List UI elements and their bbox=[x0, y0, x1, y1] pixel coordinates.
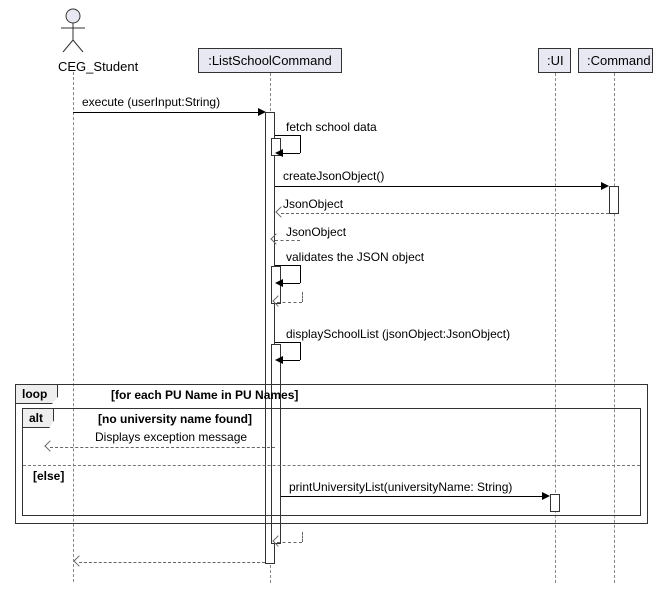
arrow-createjson bbox=[275, 186, 603, 187]
msg-display: displaySchoolList (jsonObject:JsonObject… bbox=[286, 327, 510, 341]
msg-jsonreturn1: JsonObject bbox=[283, 197, 343, 211]
msg-jsonreturn2: JsonObject bbox=[286, 225, 346, 239]
activation-command bbox=[609, 186, 619, 214]
participant-listschoolcommand: :ListSchoolCommand bbox=[198, 48, 342, 73]
participant-command: :Command bbox=[578, 48, 653, 73]
actor-name: CEG_Student bbox=[58, 59, 138, 74]
arrow-jsonreturn1 bbox=[281, 213, 609, 214]
msg-createjson: createJsonObject() bbox=[283, 169, 384, 183]
participant-ui: :UI bbox=[538, 48, 571, 73]
fragment-loop-guard: [for each PU Name in PU Names] bbox=[111, 388, 298, 402]
msg-print: printUniversityList(universityName: Stri… bbox=[289, 480, 512, 494]
msg-exception: Displays exception message bbox=[95, 430, 247, 444]
arrow-final-return bbox=[79, 562, 265, 563]
arrow-execute bbox=[73, 112, 259, 113]
fragment-alt-guard1: [no university name found] bbox=[98, 412, 252, 426]
fragment-alt-divider bbox=[23, 465, 640, 466]
arrowhead-createjson bbox=[601, 182, 609, 190]
arrowhead-execute bbox=[258, 108, 266, 116]
arrowhead-print bbox=[542, 492, 550, 500]
fragment-loop-tab: loop bbox=[16, 385, 58, 404]
msg-validate: validates the JSON object bbox=[286, 250, 424, 264]
actor-icon bbox=[58, 8, 88, 54]
arrow-print bbox=[281, 496, 544, 497]
actor: CEG_Student bbox=[58, 8, 138, 74]
arrow-exception bbox=[50, 447, 275, 448]
fragment-alt-tab: alt bbox=[23, 409, 54, 428]
msg-fetch: fetch school data bbox=[286, 120, 377, 134]
fragment-alt-guard2: [else] bbox=[33, 469, 64, 483]
arrowhead-final-return bbox=[73, 555, 84, 566]
msg-execute: execute (userInput:String) bbox=[82, 95, 220, 109]
